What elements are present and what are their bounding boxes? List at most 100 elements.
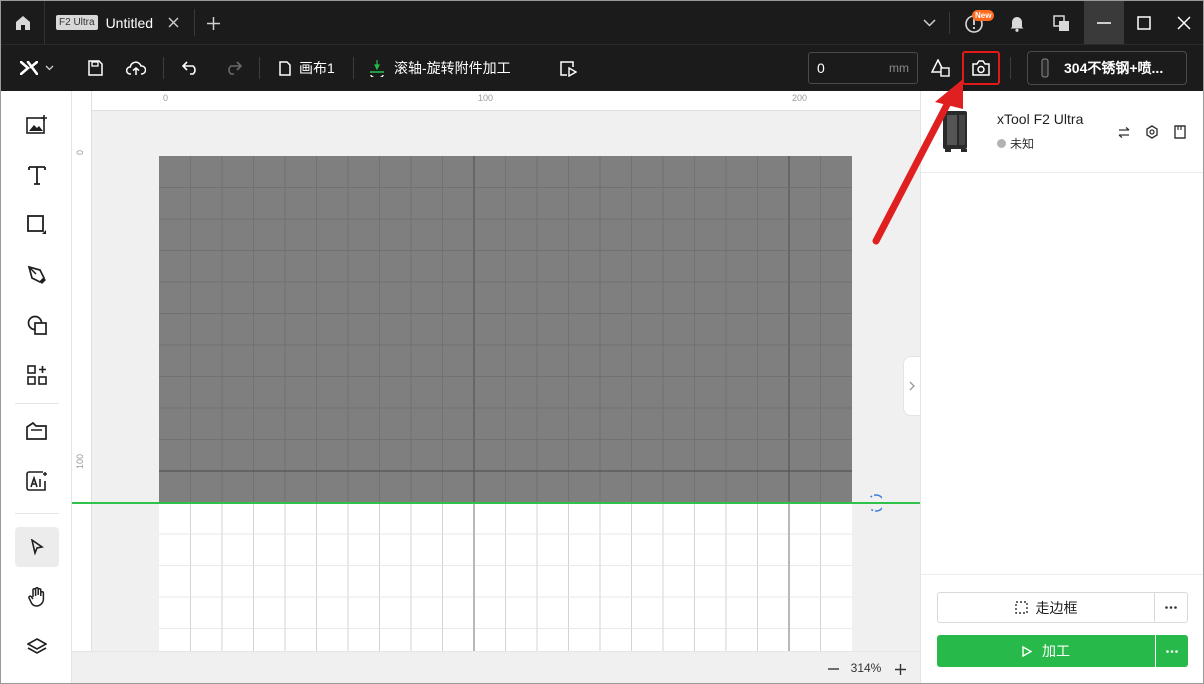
switch-device-button[interactable] xyxy=(1115,123,1133,141)
shape-tool[interactable] xyxy=(15,205,59,245)
offset-input[interactable] xyxy=(817,60,877,76)
minimize-icon xyxy=(1097,21,1111,24)
rectangle-icon xyxy=(27,215,46,234)
hand-icon xyxy=(28,587,45,607)
ruler-label: 100 xyxy=(75,453,85,469)
zoom-in-button[interactable] xyxy=(890,659,910,679)
close-icon xyxy=(168,17,178,27)
cursor-icon xyxy=(30,539,44,555)
new-badge: New xyxy=(972,10,995,21)
ruler-label: 200 xyxy=(792,93,808,103)
home-icon xyxy=(15,15,30,30)
vertical-ruler: 0 100 xyxy=(72,91,92,683)
horizontal-ruler: 0 100 200 xyxy=(72,91,920,111)
zoom-level[interactable]: 314% xyxy=(848,661,884,675)
frame-icon xyxy=(1014,601,1028,614)
close-window-button[interactable] xyxy=(1164,1,1203,44)
toolbar-divider xyxy=(1010,57,1011,79)
material-icon xyxy=(930,59,950,77)
zoom-bar: 314% xyxy=(72,651,920,683)
device-storage-button[interactable] xyxy=(1171,123,1189,141)
process-more-button[interactable] xyxy=(1156,635,1188,667)
plus-icon xyxy=(894,663,906,675)
home-button[interactable] xyxy=(1,1,45,44)
canvas-label: 画布1 xyxy=(299,60,335,76)
hand-tool[interactable] xyxy=(15,577,59,617)
undo-icon xyxy=(181,61,196,75)
save-button[interactable] xyxy=(85,55,105,81)
main-toolbar: 画布1 滚轴-旋转附件加工 mm 304不锈钢+喷... xyxy=(1,44,1203,91)
minus-icon xyxy=(827,668,839,670)
elements-icon xyxy=(27,365,47,385)
project-library-tool[interactable] xyxy=(15,411,59,451)
cloud-upload-icon xyxy=(126,61,146,75)
panel-collapse-tab[interactable] xyxy=(903,356,920,416)
work-area[interactable] xyxy=(159,156,852,651)
save-icon xyxy=(88,60,103,76)
zoom-out-button[interactable] xyxy=(823,659,843,679)
image-icon xyxy=(26,115,47,134)
maximize-icon xyxy=(1137,15,1151,30)
pen-tool[interactable] xyxy=(15,255,59,295)
close-icon xyxy=(1177,15,1191,30)
gear-icon xyxy=(1146,125,1158,139)
document-tab[interactable]: F2 Ultra Untitled xyxy=(45,1,193,44)
combine-shapes-tool[interactable] xyxy=(15,305,59,345)
rotate-icon xyxy=(870,494,882,512)
undo-button[interactable] xyxy=(179,55,201,81)
new-tab-button[interactable] xyxy=(202,12,224,34)
rotate-handle[interactable] xyxy=(869,493,883,513)
toolbar-divider xyxy=(15,513,59,514)
notifications-button[interactable] xyxy=(1006,12,1028,34)
plus-icon xyxy=(206,16,220,30)
play-icon xyxy=(1022,645,1032,657)
material-test-button[interactable] xyxy=(929,55,951,81)
elements-library-tool[interactable] xyxy=(15,355,59,395)
camera-button[interactable] xyxy=(962,51,1000,85)
process-button[interactable]: 加工 xyxy=(937,635,1155,667)
tab-divider xyxy=(194,9,195,36)
offset-unit: mm xyxy=(889,61,909,75)
windows-icon xyxy=(1052,14,1069,31)
text-tool[interactable] xyxy=(15,155,59,195)
frame-more-button[interactable] xyxy=(1155,592,1188,623)
ai-icon xyxy=(26,471,47,491)
toolbar-divider xyxy=(15,403,59,404)
title-bar: F2 Ultra Untitled New xyxy=(1,1,1203,44)
tab-close-button[interactable] xyxy=(165,14,181,30)
ruler-label: 0 xyxy=(163,93,169,103)
rotary-mode-icon xyxy=(370,60,384,77)
redo-button[interactable] xyxy=(222,55,244,81)
redo-icon xyxy=(227,61,242,75)
device-card[interactable]: xTool F2 Ultra 未知 xyxy=(921,91,1203,173)
chevron-down-icon xyxy=(922,19,936,27)
tabs-dropdown-button[interactable] xyxy=(918,13,940,33)
material-label: 304不锈钢+喷... xyxy=(1064,60,1164,76)
material-selector[interactable]: 304不锈钢+喷... xyxy=(1027,51,1187,85)
cloud-upload-button[interactable] xyxy=(125,55,147,81)
device-settings-button[interactable] xyxy=(1143,123,1161,141)
layers-tool[interactable] xyxy=(15,627,59,667)
laser-device-icon xyxy=(943,111,967,152)
pen-icon xyxy=(27,265,46,284)
preview-button[interactable] xyxy=(557,55,579,81)
maximize-button[interactable] xyxy=(1124,1,1164,44)
minimize-button[interactable] xyxy=(1084,1,1124,44)
frame-button[interactable]: 走边框 xyxy=(937,592,1155,623)
processing-mode-label: 滚轴-旋转附件加工 xyxy=(394,60,511,76)
ruler-label: 0 xyxy=(75,149,85,155)
camera-icon xyxy=(972,60,990,76)
xtool-menu-button[interactable] xyxy=(15,55,59,81)
windows-button[interactable] xyxy=(1050,12,1072,34)
material-cylinder-icon xyxy=(1041,58,1049,78)
ai-tool[interactable] xyxy=(15,461,59,501)
select-tool[interactable] xyxy=(15,527,59,567)
offset-field[interactable]: mm xyxy=(808,52,918,84)
layers-icon xyxy=(27,638,47,654)
canvas-selector[interactable]: 画布1 xyxy=(279,55,335,81)
chevron-right-icon xyxy=(909,381,915,391)
processing-mode-selector[interactable]: 滚轴-旋转附件加工 xyxy=(368,55,511,81)
add-image-tool[interactable] xyxy=(15,105,59,145)
left-toolbar xyxy=(1,91,72,683)
canvas-area[interactable]: 0 100 200 0 100 314% xyxy=(72,91,920,683)
